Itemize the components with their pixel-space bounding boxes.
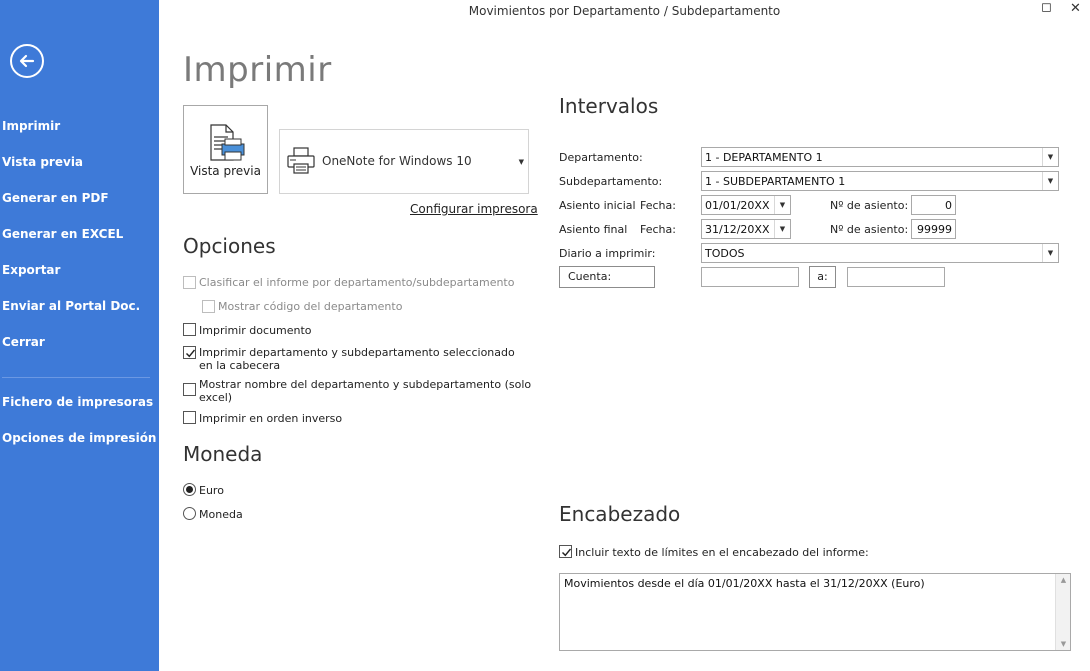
preview-button[interactable]: Vista previa — [183, 105, 268, 194]
scroll-down-icon[interactable]: ▼ — [1056, 640, 1071, 648]
checkmark-icon — [562, 548, 572, 557]
show-dept-name-checkbox[interactable] — [183, 383, 196, 396]
checkmark-icon — [186, 349, 196, 358]
asiento-inicial-label: Asiento inicial — [559, 199, 636, 212]
reverse-order-label: Imprimir en orden inverso — [199, 412, 343, 425]
diario-label: Diario a imprimir: — [559, 247, 656, 260]
print-dept-header-label-line1: Imprimir departamento y subdepartamento … — [199, 346, 515, 359]
sidebar: Imprimir Vista previa Generar en PDF Gen… — [0, 0, 159, 671]
page-title: Imprimir — [183, 50, 332, 90]
options-heading: Opciones — [183, 234, 276, 258]
printer-select[interactable]: OneNote for Windows 10 ▼ — [279, 129, 529, 194]
currency-heading: Moneda — [183, 442, 263, 466]
intervals-heading: Intervalos — [559, 94, 659, 118]
sidebar-item-generar-excel[interactable]: Generar en EXCEL — [2, 227, 123, 241]
departamento-label: Departamento: — [559, 151, 643, 164]
printer-name: OneNote for Windows 10 — [322, 154, 472, 168]
reverse-order-checkbox[interactable] — [183, 411, 196, 424]
chevron-down-icon: ▼ — [1042, 244, 1058, 262]
fecha-inicial-picker[interactable]: 01/01/20XX ▼ — [701, 195, 791, 215]
header-text: Movimientos desde el día 01/01/20XX hast… — [564, 577, 925, 590]
chevron-down-icon: ▼ — [1042, 172, 1058, 190]
moneda-radio[interactable] — [183, 507, 196, 520]
calendar-dropdown-icon: ▼ — [774, 220, 790, 238]
fecha-inicial-label: Fecha: — [640, 199, 676, 212]
departamento-select[interactable]: 1 - DEPARTAMENTO 1 ▼ — [701, 147, 1059, 167]
scroll-up-icon[interactable]: ▲ — [1056, 576, 1071, 584]
sidebar-item-imprimir[interactable]: Imprimir — [2, 119, 60, 133]
classify-label: Clasificar el informe por departamento/s… — [199, 276, 515, 289]
euro-radio[interactable] — [183, 483, 196, 496]
print-dept-header-checkbox[interactable] — [183, 346, 196, 359]
calendar-dropdown-icon: ▼ — [774, 196, 790, 214]
sidebar-item-vista-previa[interactable]: Vista previa — [2, 155, 83, 169]
preview-button-label: Vista previa — [190, 164, 261, 178]
header-text-area[interactable]: Movimientos desde el día 01/01/20XX hast… — [559, 573, 1071, 651]
include-limits-label: Incluir texto de límites en el encabezad… — [575, 546, 869, 559]
num-asiento-final-field[interactable]: 99999 — [911, 219, 956, 239]
num-asiento-inicial-field[interactable]: 0 — [911, 195, 956, 215]
close-icon[interactable]: ✕ — [1070, 1, 1081, 16]
moneda-label: Moneda — [199, 508, 243, 521]
print-preview-icon — [210, 124, 245, 161]
show-dept-name-label-line2: excel) — [199, 391, 233, 404]
fecha-final-label: Fecha: — [640, 223, 676, 236]
sidebar-item-enviar-portal[interactable]: Enviar al Portal Doc. — [2, 299, 140, 313]
euro-label: Euro — [199, 484, 224, 497]
back-arrow-icon[interactable] — [10, 44, 44, 78]
window-title: Movimientos por Departamento / Subdepart… — [468, 4, 781, 18]
subdepartamento-label: Subdepartamento: — [559, 175, 663, 188]
subdepartamento-select[interactable]: 1 - SUBDEPARTAMENTO 1 ▼ — [701, 171, 1059, 191]
cuenta-from-field[interactable] — [701, 267, 799, 287]
diario-value: TODOS — [705, 247, 745, 260]
diario-select[interactable]: TODOS ▼ — [701, 243, 1059, 263]
sidebar-item-opciones-impresion[interactable]: Opciones de impresión — [2, 431, 156, 445]
configure-printer-link[interactable]: Configurar impresora — [410, 202, 538, 216]
sidebar-divider — [2, 377, 150, 378]
cuenta-to-field[interactable] — [847, 267, 945, 287]
chevron-down-icon: ▼ — [1042, 148, 1058, 166]
cuenta-to-button[interactable]: a: — [809, 266, 836, 288]
print-document-label: Imprimir documento — [199, 324, 312, 337]
fecha-final-picker[interactable]: 31/12/20XX ▼ — [701, 219, 791, 239]
print-dept-header-label: Imprimir departamento y subdepartamento … — [199, 346, 515, 372]
show-dept-name-label: Mostrar nombre del departamento y subdep… — [199, 378, 531, 404]
print-dept-header-label-line2: en la cabecera — [199, 359, 281, 372]
chevron-down-icon: ▼ — [518, 158, 524, 166]
printer-icon — [287, 147, 315, 174]
asiento-final-label: Asiento final — [559, 223, 628, 236]
sidebar-item-fichero-impresoras[interactable]: Fichero de impresoras — [2, 395, 153, 409]
header-heading: Encabezado — [559, 502, 681, 526]
sidebar-item-generar-pdf[interactable]: Generar en PDF — [2, 191, 109, 205]
num-asiento-inicial-label: Nº de asiento: — [830, 199, 909, 212]
fecha-inicial-value: 01/01/20XX — [705, 199, 770, 212]
maximize-icon[interactable]: ◻ — [1041, 0, 1052, 15]
scrollbar[interactable]: ▲ ▼ — [1055, 574, 1070, 650]
sidebar-item-exportar[interactable]: Exportar — [2, 263, 60, 277]
show-dept-name-label-line1: Mostrar nombre del departamento y subdep… — [199, 378, 532, 391]
show-code-label: Mostrar código del departamento — [218, 300, 403, 313]
num-asiento-final-label: Nº de asiento: — [830, 223, 909, 236]
classify-checkbox[interactable] — [183, 276, 196, 289]
print-document-checkbox[interactable] — [183, 323, 196, 336]
sidebar-item-cerrar[interactable]: Cerrar — [2, 335, 45, 349]
cuenta-button[interactable]: Cuenta: — [559, 266, 655, 288]
include-limits-checkbox[interactable] — [559, 545, 572, 558]
departamento-value: 1 - DEPARTAMENTO 1 — [705, 151, 823, 164]
show-code-checkbox[interactable] — [202, 300, 215, 313]
fecha-final-value: 31/12/20XX — [705, 223, 770, 236]
subdepartamento-value: 1 - SUBDEPARTAMENTO 1 — [705, 175, 846, 188]
